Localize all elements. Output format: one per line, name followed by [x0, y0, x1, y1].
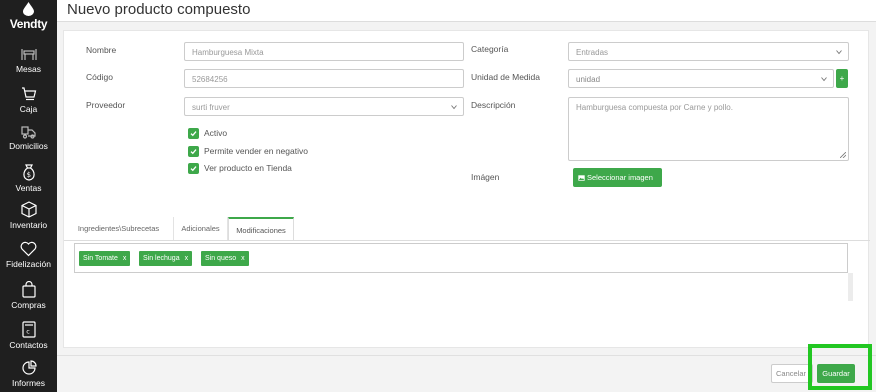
remove-chip-icon[interactable]: x — [123, 255, 127, 262]
categoria-label: Categoría — [471, 44, 509, 54]
nombre-label: Nombre — [86, 45, 117, 55]
svg-text:$: $ — [26, 171, 30, 179]
image-icon — [578, 175, 585, 181]
highlight-box — [808, 344, 872, 390]
tabs: Ingredientes\Subrecetas Adicionales Modi… — [64, 217, 870, 240]
shopping-bag-icon — [21, 281, 36, 298]
descripcion-value: Hamburguesa compuesta por Carne y pollo. — [576, 103, 733, 112]
select-image-button[interactable]: Seleccionar imagen — [573, 168, 662, 187]
checkbox-checked — [188, 146, 199, 157]
sidebar-item-contactos[interactable]: c Contactos — [0, 321, 57, 350]
imagen-label: Imágen — [471, 172, 500, 182]
sidebar-item-compras[interactable]: Compras — [0, 281, 57, 310]
sidebar-item-label: Fidelización — [6, 259, 51, 269]
modal-header: Nuevo producto compuesto — [57, 0, 876, 22]
brand-name: Vendty — [9, 17, 48, 31]
cart-icon — [21, 87, 36, 101]
box-icon — [20, 201, 37, 218]
chip-label: Sin Tomate — [83, 255, 118, 262]
select-image-label: Seleccionar imagen — [587, 173, 653, 182]
categoria-select[interactable]: Entradas — [568, 42, 849, 61]
activo-label: Activo — [204, 128, 228, 138]
chip-label: Sin lechuga — [143, 255, 180, 262]
sidebar-item-label: Contactos — [9, 340, 48, 350]
sidebar: Vendty Mesas Caja Domicilios $ Ventas In… — [0, 0, 57, 392]
proveedor-select[interactable]: surti fruver — [184, 97, 464, 116]
modification-chip[interactable]: Sin lechuga x — [139, 251, 193, 266]
pie-chart-icon — [21, 360, 37, 375]
heart-icon — [20, 241, 37, 257]
tab-adicionales[interactable]: Adicionales — [174, 217, 228, 240]
sidebar-item-label: Informes — [11, 378, 46, 388]
modification-chip[interactable]: Sin Tomate x — [79, 251, 131, 266]
sidebar-item-informes[interactable]: Informes — [0, 360, 57, 388]
remove-chip-icon[interactable]: x — [185, 255, 189, 262]
chevron-down-icon — [821, 77, 827, 82]
sidebar-item-inventario[interactable]: Inventario — [0, 201, 57, 230]
modal-footer: Cancelar Guardar — [57, 355, 876, 392]
chevron-down-icon — [836, 50, 842, 55]
descripcion-textarea[interactable]: Hamburguesa compuesta por Carne y pollo. — [568, 97, 849, 161]
codigo-input[interactable]: 52684256 — [184, 69, 464, 88]
checkbox-checked — [188, 128, 199, 139]
tab-ingredientes[interactable]: Ingredientes\Subrecetas — [64, 217, 174, 240]
sidebar-item-fidelizacion[interactable]: Fidelización — [0, 241, 57, 269]
proveedor-value: surti fruver — [192, 103, 230, 112]
sidebar-item-label: Ventas — [15, 183, 42, 193]
cancel-button[interactable]: Cancelar — [771, 364, 813, 383]
product-form: Nombre Hamburguesa Mixta Código 52684256… — [63, 30, 870, 348]
add-unidad-button[interactable]: + — [836, 69, 848, 88]
sidebar-item-label: Mesas — [15, 64, 42, 74]
categoria-value: Entradas — [576, 48, 609, 57]
chevron-down-icon — [451, 105, 457, 110]
scrollbar[interactable] — [848, 273, 853, 301]
negativo-label: Permite vender en negativo — [204, 146, 308, 156]
modifications-box[interactable]: Sin Tomate x Sin lechuga x Sin queso x — [74, 243, 848, 273]
money-bag-icon: $ — [22, 164, 35, 181]
svg-text:c: c — [26, 328, 30, 336]
nombre-input[interactable]: Hamburguesa Mixta — [184, 42, 464, 61]
checkbox-checked — [188, 163, 199, 174]
chip-label: Sin queso — [205, 255, 237, 262]
sidebar-item-label: Domicilios — [9, 141, 48, 151]
unidad-label: Unidad de Medida — [471, 72, 540, 82]
sidebar-item-label: Inventario — [9, 220, 48, 230]
tienda-label: Ver producto en Tienda — [204, 163, 292, 173]
modification-chip[interactable]: Sin queso x — [201, 251, 249, 266]
modal-title: Nuevo producto compuesto — [67, 1, 251, 18]
sidebar-item-ventas[interactable]: $ Ventas — [0, 164, 57, 193]
remove-chip-icon[interactable]: x — [241, 255, 245, 262]
resize-grip-icon[interactable] — [840, 152, 846, 158]
tab-divider — [64, 240, 870, 241]
sidebar-item-label: Caja — [19, 104, 38, 114]
delivery-icon — [20, 126, 36, 139]
tab-modificaciones[interactable]: Modificaciones — [228, 217, 294, 240]
sidebar-item-domicilios[interactable]: Domicilios — [0, 125, 57, 151]
table-icon — [20, 49, 37, 60]
logo-icon — [23, 2, 34, 16]
unidad-select[interactable]: unidad — [568, 69, 834, 88]
sidebar-item-caja[interactable]: Caja — [0, 86, 57, 114]
modal: Nuevo producto compuesto Nombre Hamburgu… — [57, 0, 876, 392]
codigo-label: Código — [86, 72, 113, 82]
sidebar-item-label: Compras — [11, 300, 46, 310]
unidad-value: unidad — [576, 75, 601, 84]
brand-logo[interactable]: Vendty — [0, 2, 57, 31]
proveedor-label: Proveedor — [86, 100, 126, 110]
descripcion-label: Descripción — [471, 100, 516, 110]
sidebar-item-mesas[interactable]: Mesas — [0, 46, 57, 74]
contacts-icon: c — [21, 321, 36, 338]
